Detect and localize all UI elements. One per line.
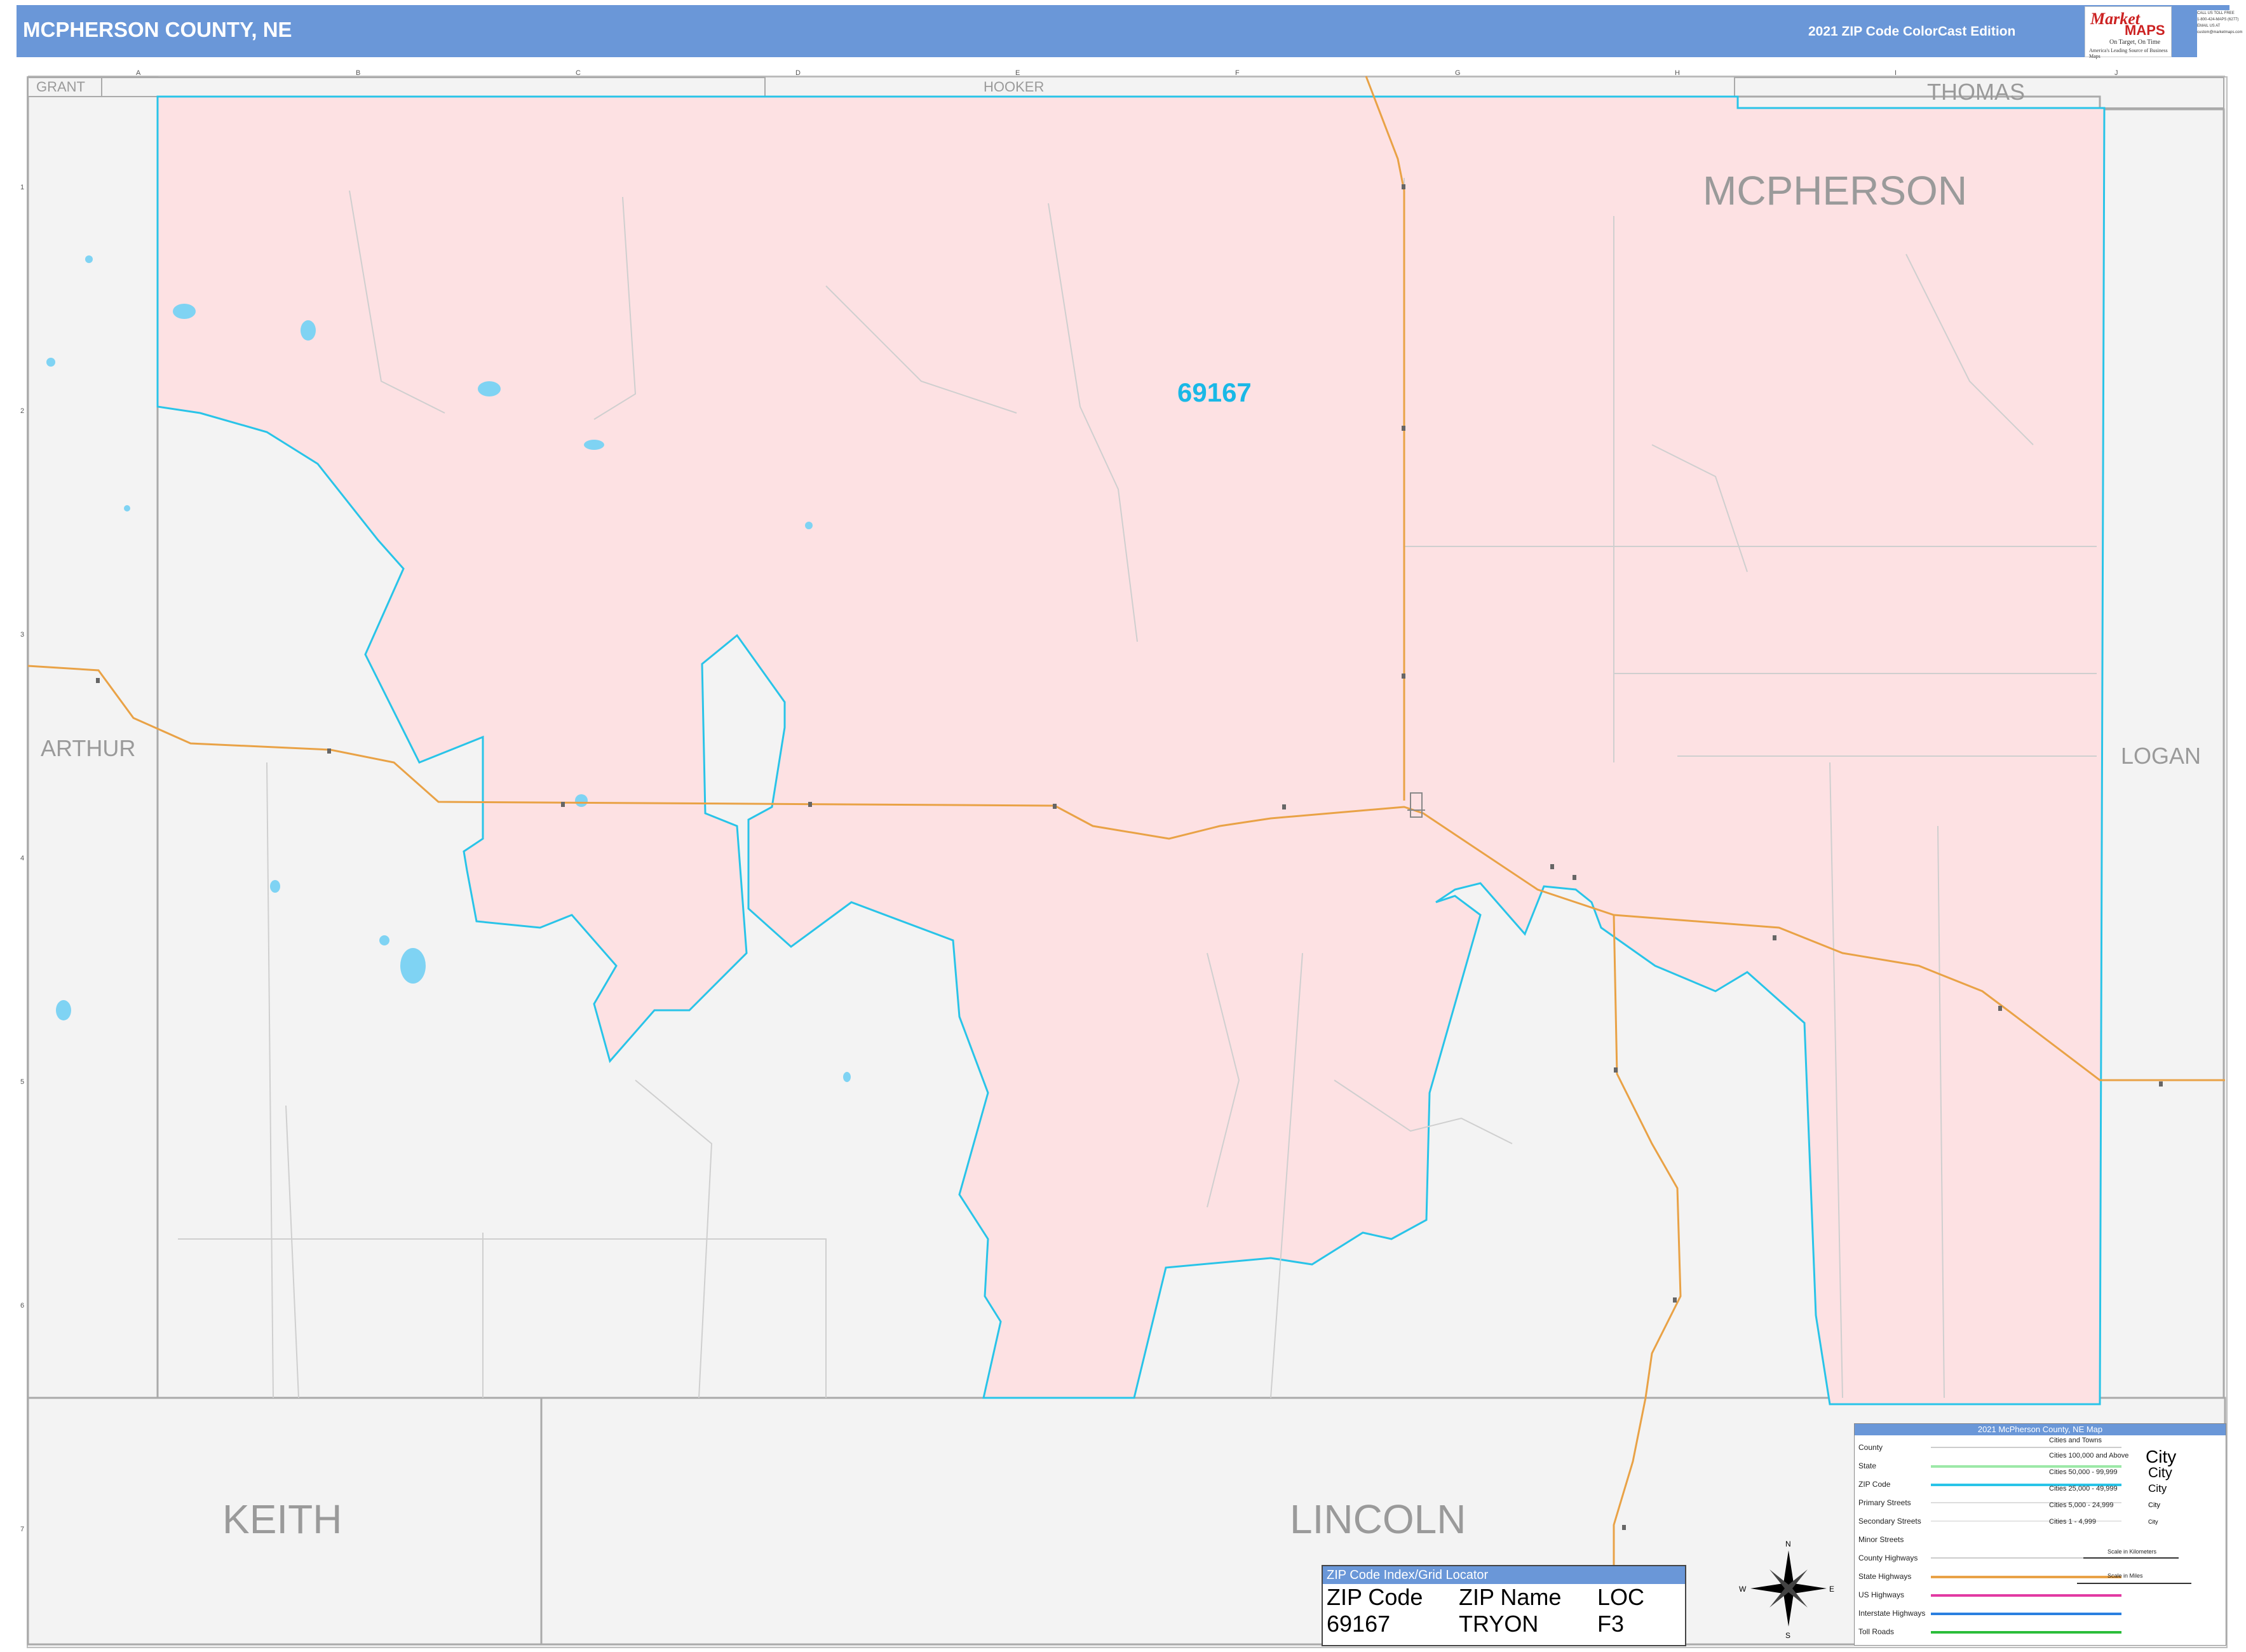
grid-row-label: 5 [20, 1078, 24, 1086]
zip-index-header-row: ZIP Code ZIP Name LOC [1324, 1584, 1647, 1611]
mcpherson-county-label: MCPHERSON [1703, 168, 1967, 213]
legend-city-tier: Cities 1 - 4,999 [2049, 1518, 2096, 1526]
zip-code-cell: 69167 [1327, 1611, 1391, 1637]
grid-col-label: E [1015, 69, 1020, 77]
legend-city-tier: Cities 5,000 - 24,999 [2049, 1501, 2114, 1509]
grid-col-label: A [136, 69, 141, 77]
legend-city-tier: Cities 25,000 - 49,999 [2049, 1485, 2118, 1493]
legend-item-county: County [1858, 1443, 1883, 1452]
grant-county-label: GRANT [36, 79, 85, 95]
map-legend: 2021 McPherson County, NE Map County Sta… [1854, 1423, 2226, 1646]
legend-city-tier: Cities 100,000 and Above [2049, 1452, 2129, 1459]
grid-col-label: H [1675, 69, 1680, 77]
zip-loc-cell: F3 [1597, 1611, 1625, 1637]
col-header-name: ZIP Name [1459, 1584, 1562, 1610]
grid-col-label: B [356, 69, 360, 77]
compass-e: E [1829, 1585, 1834, 1594]
legend-item-primary: Primary Streets [1858, 1498, 1911, 1507]
legend-city-sample: City [2148, 1519, 2158, 1525]
lincoln-county-label: LINCOLN [1290, 1496, 1466, 1542]
zip-index-grid: ZIP Code ZIP Name LOC 69167 TRYON F3 [1324, 1584, 1647, 1637]
grid-col-label: F [1235, 69, 1240, 77]
compass-w: W [1739, 1585, 1747, 1594]
legend-item-zip: ZIP Code [1858, 1480, 1891, 1489]
legend-swatch-county [1931, 1447, 2121, 1448]
legend-title: 2021 McPherson County, NE Map [1855, 1424, 2226, 1435]
arthur-county-label: ARTHUR [41, 735, 135, 761]
legend-city-sample: City [2148, 1501, 2160, 1509]
grid-row-labels: 1 2 3 4 5 6 7 [20, 184, 24, 1533]
county-map[interactable]: GRANT HOOKER THOMAS ARTHUR LOGAN KEITH L… [0, 0, 2246, 1652]
grid-row-label: 7 [20, 1526, 24, 1533]
zip-index-table: ZIP Code Index/Grid Locator ZIP Code ZIP… [1322, 1565, 1686, 1646]
legend-scale-mi: Scale in Miles [2107, 1573, 2143, 1579]
compass-n: N [1785, 1540, 1791, 1548]
legend-cities-title: Cities and Towns [2049, 1437, 2102, 1444]
grid-row-label: 4 [20, 855, 24, 862]
hooker-county-label: HOOKER [984, 79, 1044, 95]
legend-city-sample: City [2148, 1465, 2172, 1480]
compass-s: S [1785, 1631, 1790, 1640]
thomas-county-label: THOMAS [1927, 79, 2025, 105]
zip-name-cell: TRYON [1459, 1611, 1539, 1637]
legend-swatch-state-hwy [1931, 1576, 2121, 1578]
grid-col-label: C [576, 69, 581, 77]
legend-swatch-state [1931, 1465, 2121, 1468]
legend-item-state-hwy: State Highways [1858, 1572, 1912, 1581]
legend-item-us-hwy: US Highways [1858, 1590, 1905, 1599]
grid-row-label: 3 [20, 631, 24, 639]
legend-item-secondary: Secondary Streets [1858, 1517, 1921, 1526]
grid-row-label: 2 [20, 407, 24, 415]
legend-swatch-toll [1931, 1631, 2121, 1634]
keith-county-label: KEITH [222, 1496, 342, 1542]
legend-item-toll: Toll Roads [1858, 1627, 1895, 1636]
legend-swatch-us-hwy [1931, 1594, 2121, 1597]
grid-col-label: D [795, 69, 801, 77]
table-row[interactable]: 69167 TRYON F3 [1324, 1611, 1647, 1637]
grant-hooker-strip [27, 77, 766, 97]
legend-swatch-interstate [1931, 1613, 2121, 1615]
legend-city-tier: Cities 50,000 - 99,999 [2049, 1468, 2118, 1476]
grid-row-label: 6 [20, 1302, 24, 1310]
col-header-zip: ZIP Code [1327, 1584, 1423, 1610]
grid-row-label: 1 [20, 184, 24, 191]
col-header-loc: LOC [1597, 1584, 1645, 1610]
legend-scale-km-bar [2083, 1557, 2179, 1559]
grid-col-label: I [1895, 69, 1897, 77]
grid-col-label: G [1455, 69, 1461, 77]
legend-scale-mi-bar [2077, 1583, 2191, 1584]
legend-item-minor: Minor Streets [1858, 1535, 1904, 1544]
legend-item-state: State [1858, 1461, 1877, 1470]
legend-scale-km: Scale in Kilometers [2107, 1548, 2157, 1555]
legend-item-interstate: Interstate Highways [1858, 1609, 1926, 1618]
zip-index-title: ZIP Code Index/Grid Locator [1323, 1566, 1685, 1584]
zip-69167-label[interactable]: 69167 [1177, 377, 1252, 407]
grid-col-label: J [2114, 69, 2118, 77]
legend-city-sample: City [2148, 1482, 2167, 1494]
legend-item-county-hwy: County Highways [1858, 1554, 1918, 1562]
logan-county-label: LOGAN [2121, 743, 2201, 769]
